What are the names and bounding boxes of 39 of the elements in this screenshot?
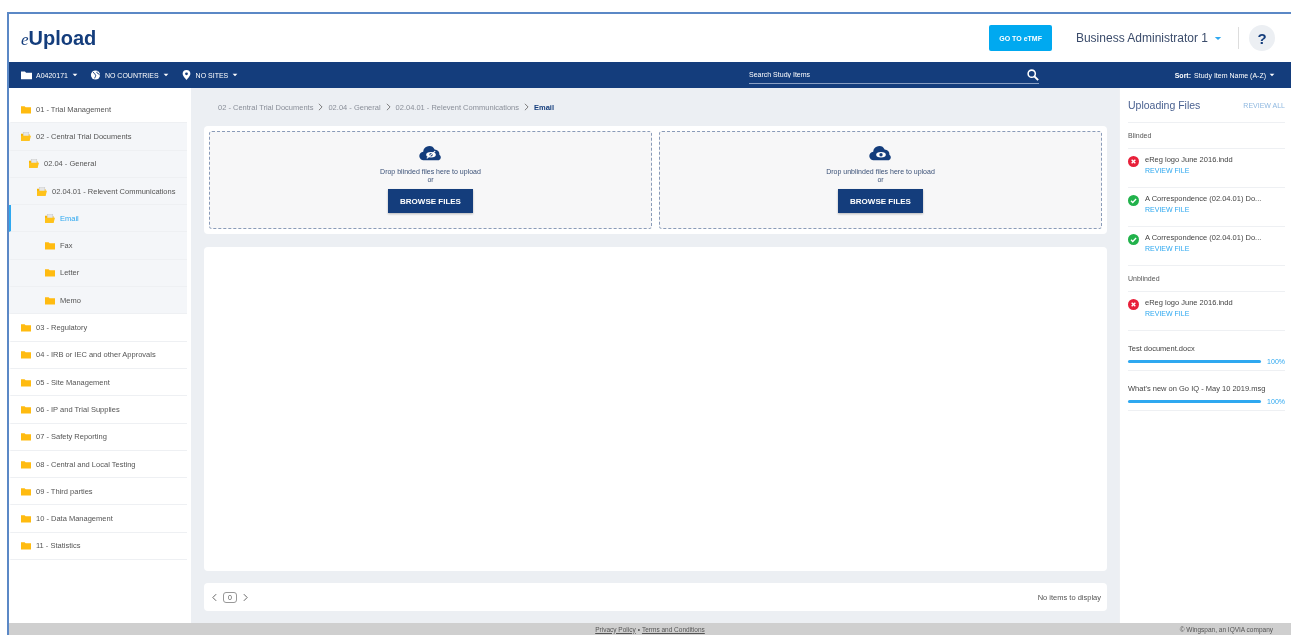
open-folder-icon: [21, 131, 31, 141]
caret-icon: [1269, 73, 1275, 77]
folder-icon: [21, 404, 31, 414]
eye-cloud-icon: [868, 145, 893, 161]
search-icon: [1027, 68, 1039, 81]
folder-icon: [21, 514, 31, 524]
chevron-right-icon: [318, 103, 324, 111]
user-menu[interactable]: Business Administrator 1: [1069, 30, 1228, 46]
globe-icon: [89, 70, 101, 80]
folder-icon: [21, 70, 32, 80]
folder-icon: [21, 459, 31, 469]
caret-icon: [162, 73, 169, 77]
folder-icon: [21, 323, 31, 332]
folder-icon: [21, 486, 31, 496]
folder-icon: [21, 541, 31, 551]
open-folder-icon: [29, 159, 39, 169]
folder-icon: [45, 295, 55, 305]
folder-icon: [21, 104, 31, 114]
hidden-eye-cloud-icon: [418, 145, 443, 161]
folder-icon: [21, 432, 31, 442]
folder-icon: [45, 241, 55, 251]
caret-icon: [232, 73, 239, 77]
folder-icon: [21, 350, 31, 360]
next-page-icon[interactable]: [242, 592, 248, 602]
app-logo: eUpload: [21, 26, 97, 50]
location-pin-icon: [180, 70, 192, 80]
previous-page-icon[interactable]: [212, 592, 217, 602]
chevron-right-icon: [524, 103, 529, 111]
folder-icon: [21, 377, 31, 387]
open-folder-icon: [45, 213, 55, 223]
browse-files-button[interactable]: BROWSE FILES: [838, 189, 923, 213]
folder-icon: [45, 268, 55, 278]
caret-icon: [1214, 35, 1222, 41]
caret-icon: [71, 73, 78, 77]
panel-title: Uploading Files: [1128, 99, 1201, 111]
browse-files-button[interactable]: BROWSE FILES: [388, 189, 473, 213]
help-button[interactable]: ?: [1249, 25, 1275, 51]
open-folder-icon: [37, 186, 47, 196]
chevron-right-icon: [385, 103, 391, 111]
